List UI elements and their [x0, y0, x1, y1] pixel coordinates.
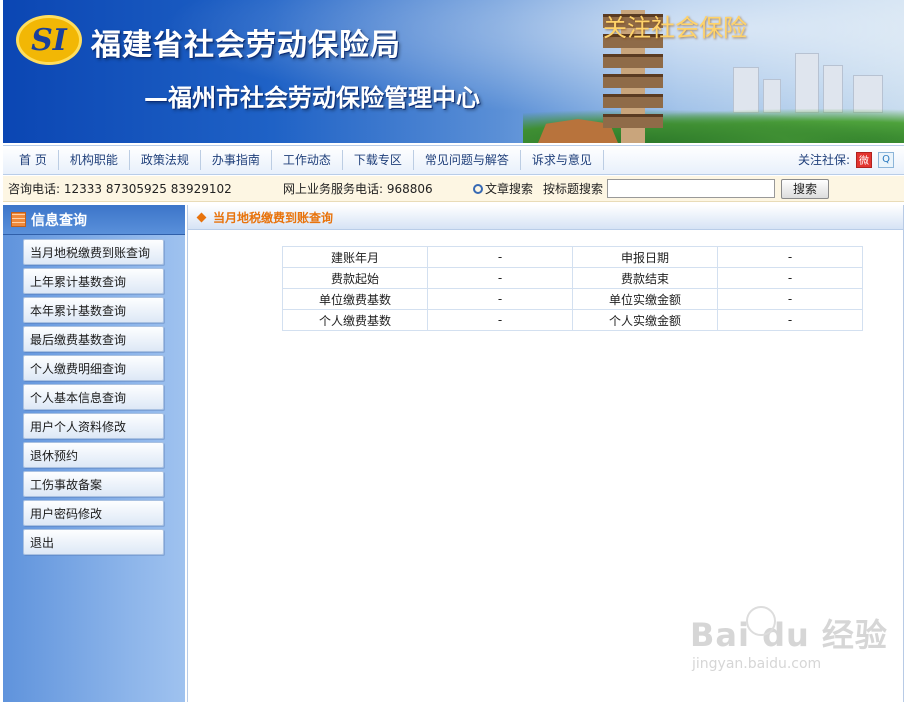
cell-value: -	[427, 246, 573, 268]
si-logo: SI	[16, 15, 82, 65]
search-input[interactable]	[607, 179, 775, 198]
cell-label: 费款结束	[572, 267, 718, 289]
main-nav: 首 页 机构职能 政策法规 办事指南 工作动态 下载专区 常见问题与解答 诉求与…	[3, 145, 904, 175]
qq-icon[interactable]: Q	[878, 151, 894, 168]
site-title: 福建省社会劳动保险局	[91, 28, 401, 63]
follow-label: 关注社保:	[797, 153, 850, 167]
cell-label: 费款起始	[282, 267, 428, 289]
cell-label: 单位缴费基数	[282, 288, 428, 310]
article-search-link[interactable]: 文章搜索	[473, 180, 543, 197]
sidebar-item-monthly-tax[interactable]: 当月地税缴费到账查询	[23, 239, 164, 265]
cell-label: 申报日期	[572, 246, 718, 268]
grid-icon	[11, 212, 26, 227]
sidebar-item-payment-detail[interactable]: 个人缴费明细查询	[23, 355, 164, 381]
nav-functions[interactable]: 机构职能	[59, 150, 130, 170]
main-panel: 当月地税缴费到账查询 建账年月 - 申报日期 - 费款起始 - 费款结束 - 单…	[187, 205, 904, 702]
sidebar-item-logout[interactable]: 退出	[23, 529, 164, 555]
cell-value: -	[717, 267, 863, 289]
table-row: 建账年月 - 申报日期 -	[282, 246, 863, 268]
nav-downloads[interactable]: 下载专区	[343, 150, 414, 170]
cell-label: 单位实缴金额	[572, 288, 718, 310]
info-bar: 咨询电话: 12333 87305925 83929102 网上业务服务电话: …	[3, 176, 904, 202]
nav-feedback[interactable]: 诉求与意见	[521, 150, 604, 170]
search-icon	[473, 184, 483, 194]
sidebar-item-injury-record[interactable]: 工伤事故备案	[23, 471, 164, 497]
sidebar: 信息查询 当月地税缴费到账查询 上年累计基数查询 本年累计基数查询 最后缴费基数…	[3, 205, 185, 702]
title-search-label: 按标题搜索	[543, 182, 604, 196]
cell-value: -	[717, 309, 863, 331]
sidebar-title: 信息查询	[31, 212, 87, 229]
cell-value: -	[717, 288, 863, 310]
site-subtitle: —福州市社会劳动保险管理中心	[144, 84, 480, 112]
page-title: 当月地税缴费到账查询	[213, 210, 334, 225]
nav-policies[interactable]: 政策法规	[130, 150, 201, 170]
query-result-table: 建账年月 - 申报日期 - 费款起始 - 费款结束 - 单位缴费基数 - 单位实…	[282, 246, 863, 331]
main-header: 当月地税缴费到账查询	[188, 205, 903, 230]
cell-label: 个人实缴金额	[572, 309, 718, 331]
cell-label: 个人缴费基数	[282, 309, 428, 331]
cell-value: -	[427, 267, 573, 289]
table-row: 费款起始 - 费款结束 -	[282, 267, 863, 289]
search-button[interactable]: 搜索	[781, 178, 829, 199]
service-phone: 网上业务服务电话: 968806	[283, 182, 433, 196]
banner-slogan: 关注社会保险	[603, 14, 747, 42]
sidebar-item-this-year-base[interactable]: 本年累计基数查询	[23, 297, 164, 323]
consult-phone: 咨询电话: 12333 87305925 83929102	[8, 182, 232, 196]
cell-label: 建账年月	[282, 246, 428, 268]
sidebar-item-retirement[interactable]: 退休预约	[23, 442, 164, 468]
sidebar-item-personal-info[interactable]: 个人基本信息查询	[23, 384, 164, 410]
header-banner: SI 福建省社会劳动保险局 —福州市社会劳动保险管理中心 关注社会保险	[3, 0, 904, 143]
table-row: 单位缴费基数 - 单位实缴金额 -	[282, 288, 863, 310]
follow-area: 关注社保: 微 Q	[798, 151, 894, 168]
weibo-icon[interactable]: 微	[856, 151, 872, 168]
cell-value: -	[427, 288, 573, 310]
diamond-icon	[196, 212, 207, 222]
cell-value: -	[427, 309, 573, 331]
nav-home[interactable]: 首 页	[3, 150, 59, 170]
sidebar-item-last-year-base[interactable]: 上年累计基数查询	[23, 268, 164, 294]
sidebar-item-edit-profile[interactable]: 用户个人资料修改	[23, 413, 164, 439]
table-row: 个人缴费基数 - 个人实缴金额 -	[282, 309, 863, 331]
cell-value: -	[717, 246, 863, 268]
sidebar-header: 信息查询	[3, 205, 185, 235]
nav-news[interactable]: 工作动态	[272, 150, 343, 170]
sidebar-item-change-password[interactable]: 用户密码修改	[23, 500, 164, 526]
sidebar-item-last-base[interactable]: 最后缴费基数查询	[23, 326, 164, 352]
nav-faq[interactable]: 常见问题与解答	[414, 150, 521, 170]
nav-guide[interactable]: 办事指南	[201, 150, 272, 170]
